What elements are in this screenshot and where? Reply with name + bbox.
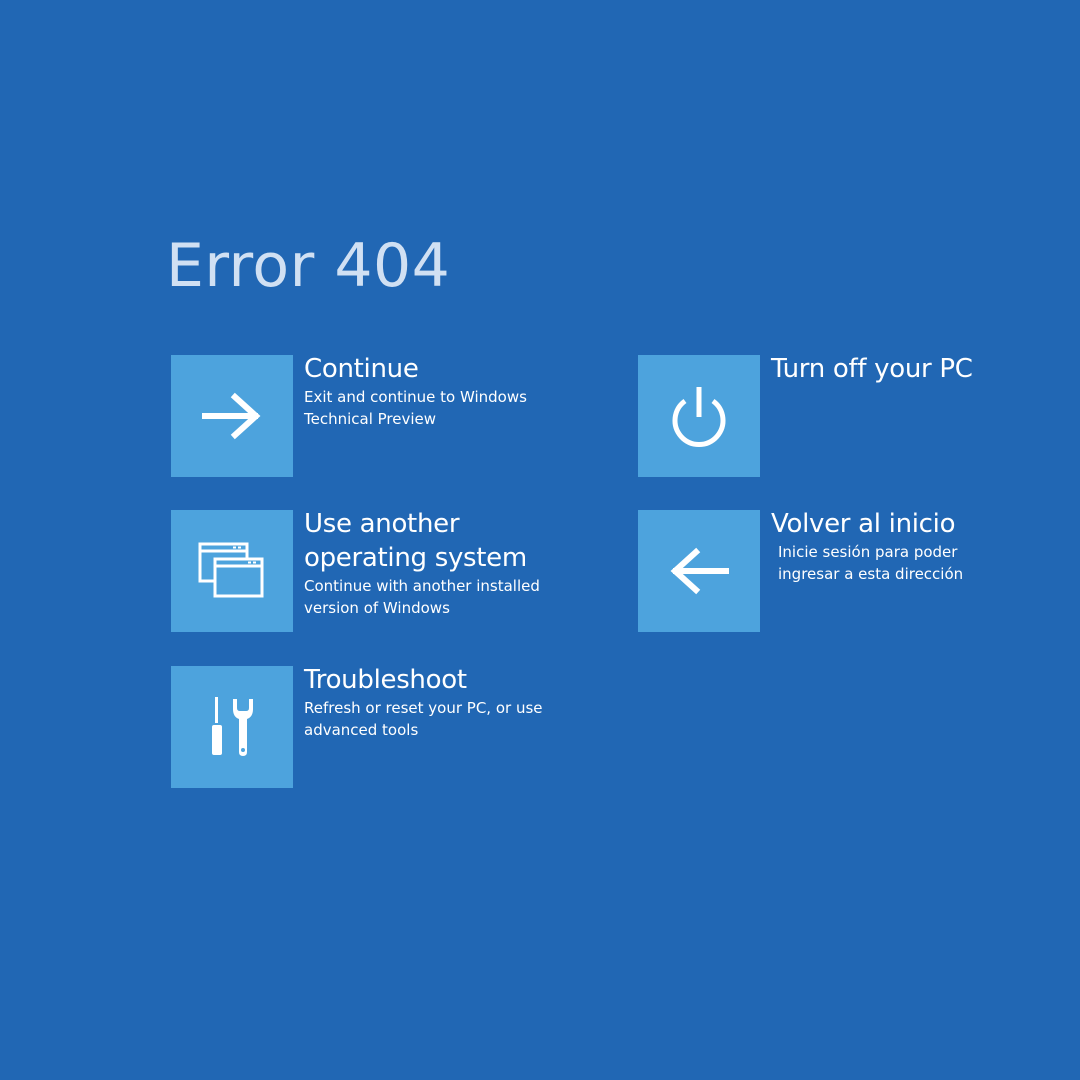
turn-off-tile[interactable]: [638, 355, 760, 477]
tools-icon: [212, 697, 253, 756]
power-icon: [672, 387, 726, 447]
turn-off-title: Turn off your PC: [771, 354, 973, 384]
continue-description: Exit and continue to Windows Technical P…: [304, 388, 527, 428]
arrow-left-icon: [670, 547, 729, 595]
windows-stack-icon: [198, 542, 264, 598]
another-os-title: Use another operating system: [304, 509, 527, 573]
volver-tile[interactable]: [638, 510, 760, 632]
another-os-description: Continue with another installed version …: [304, 577, 540, 617]
volver-description: Inicie sesión para poder ingresar a esta…: [778, 543, 964, 583]
volver-title: Volver al inicio: [771, 509, 956, 539]
page-title: Error 404: [166, 231, 451, 301]
troubleshoot-title: Troubleshoot: [304, 665, 467, 695]
troubleshoot-description: Refresh or reset your PC, or use advance…: [304, 699, 543, 739]
another-os-tile[interactable]: [171, 510, 293, 632]
troubleshoot-tile[interactable]: [171, 666, 293, 788]
arrow-right-icon: [202, 392, 261, 440]
continue-title: Continue: [304, 354, 419, 384]
continue-tile[interactable]: [171, 355, 293, 477]
